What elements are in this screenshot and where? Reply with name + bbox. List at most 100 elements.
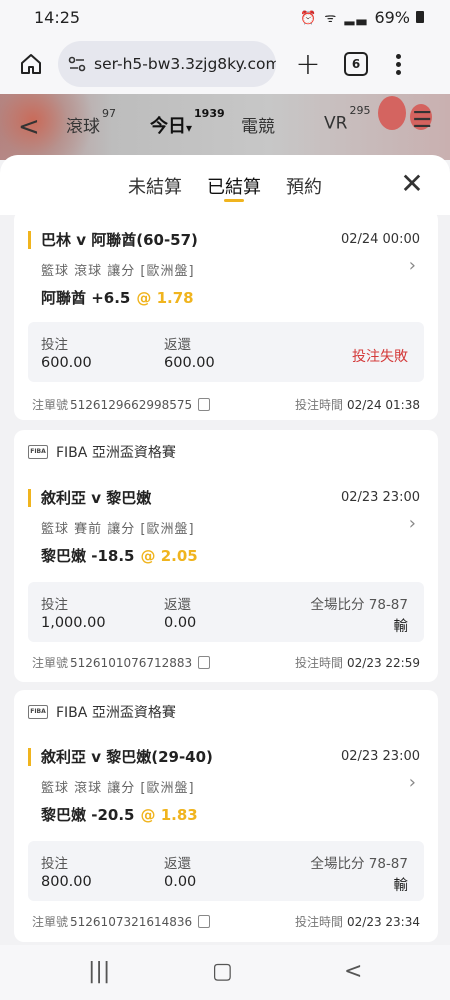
bet-card[interactable]: FIBA FIBA 亞洲盃資格賽 敘利亞 v 黎巴嫩 02/23 23:00 籃… [14, 430, 438, 682]
bet-time-value: 02/23 23:34 [347, 915, 420, 929]
bet-summary: 投注 1,000.00 返還 0.00 全場比分 78-87 輸 [28, 582, 424, 642]
bet-time-label: 投注時間 [295, 398, 344, 412]
match-title: 敘利亞 v 黎巴嫩 [28, 489, 151, 507]
copy-icon[interactable] [198, 656, 211, 669]
fiba-logo-icon: FIBA [28, 705, 48, 719]
bet-number: 注單號 5126107321614836 [32, 913, 211, 930]
bet-type: 籃球 滾球 讓分 [歐洲盤] [41, 264, 195, 279]
stake-label: 投注 [41, 337, 68, 353]
status-time: 14:25 [34, 7, 81, 27]
close-icon[interactable]: ✕ [400, 169, 424, 199]
stake-label: 投注 [41, 856, 68, 872]
nav-count: 97 [102, 107, 116, 121]
bet-pick: 黎巴嫩 -20.5 @ 1.83 [41, 804, 198, 825]
final-score: 全場比分 78-87 [310, 597, 408, 613]
nav-label: 滾球 [66, 117, 100, 137]
bet-number: 注單號 5126101076712883 [32, 654, 211, 671]
battery-icon [416, 11, 424, 23]
address-bar[interactable]: ser-h5-bw3.3zjg8ky.com [58, 41, 276, 87]
chevron-right-icon[interactable]: › [409, 255, 416, 276]
status-badge: 投注失敗 [352, 349, 408, 365]
bet-result: 輸 [393, 878, 409, 894]
return-label: 返還 [164, 856, 191, 872]
league-row: FIBA FIBA 亞洲盃資格賽 [28, 442, 176, 462]
pick-label: 黎巴嫩 -20.5 [41, 806, 135, 824]
menu-icon[interactable]: ☰ [412, 108, 432, 133]
bet-status-tabs: 未結算 已結算 預約 ✕ [0, 155, 450, 215]
status-bar: 14:25 ⏰ ᯤ ▂▃ 69% [0, 0, 450, 34]
bet-time-value: 02/23 22:59 [347, 656, 420, 670]
copy-icon[interactable] [198, 398, 211, 411]
status-icons: ⏰ ᯤ ▂▃ [300, 11, 369, 26]
status-right: ⏰ ᯤ ▂▃ 69% [300, 8, 424, 27]
league-name: FIBA 亞洲盃資格賽 [56, 705, 176, 721]
final-score: 全場比分 78-87 [310, 856, 408, 872]
bet-type: 籃球 賽前 讓分 [歐洲盤] [41, 522, 195, 537]
stake-label: 投注 [41, 597, 68, 613]
tab-reserved[interactable]: 預約 [286, 173, 322, 199]
bet-no-value: 5126129662998575 [70, 397, 193, 412]
bet-pick: 阿聯酋 +6.5 @ 1.78 [41, 287, 194, 308]
bet-no-label: 注單號 [32, 915, 69, 929]
bet-time-value: 02/24 01:38 [347, 398, 420, 412]
nav-item-live[interactable]: 滾球97 [66, 107, 116, 137]
home-icon[interactable] [14, 47, 48, 81]
bet-time: 投注時間 02/24 01:38 [295, 396, 420, 413]
stake-value: 1,000.00 [41, 615, 106, 631]
bet-card[interactable]: FIBA FIBA 亞洲盃資格賽 敘利亞 v 黎巴嫩(29-40) 02/23 … [14, 690, 438, 942]
bet-no-label: 注單號 [32, 656, 69, 670]
nav-count: 295 [349, 104, 371, 117]
bet-no-value: 5126101076712883 [70, 655, 193, 670]
bet-time: 投注時間 02/23 23:34 [295, 913, 420, 930]
app-header: < 滾球97 今日▾1939 電競 VR295 ☰ [0, 94, 450, 160]
nav-item-today[interactable]: 今日▾1939 [150, 107, 225, 138]
chevron-right-icon[interactable]: › [409, 772, 416, 793]
recents-button[interactable]: ||| [88, 959, 110, 984]
bet-pick: 黎巴嫩 -18.5 @ 2.05 [41, 545, 198, 566]
pick-label: 阿聯酋 +6.5 [41, 289, 131, 307]
nav-label: VR [324, 113, 348, 134]
nav-count: 1939 [194, 107, 225, 120]
bet-time-label: 投注時間 [295, 656, 344, 670]
bet-number: 注單號 5126129662998575 [32, 396, 211, 413]
bet-card[interactable]: 巴林 v 阿聯酋(60-57) 02/24 00:00 籃球 滾球 讓分 [歐洲… [14, 210, 438, 420]
bet-no-label: 注單號 [32, 398, 69, 412]
tab-switcher-button[interactable]: 6 [344, 52, 368, 76]
bet-result: 輸 [393, 619, 409, 635]
browser-menu-icon[interactable] [396, 53, 401, 75]
chevron-right-icon[interactable]: › [409, 513, 416, 534]
bet-time: 投注時間 02/23 22:59 [295, 654, 420, 671]
browser-toolbar: ser-h5-bw3.3zjg8ky.com + 6 [0, 34, 450, 94]
nav-item-vr[interactable]: VR295 [324, 104, 370, 134]
return-label: 返還 [164, 597, 191, 613]
bet-records-sheet: 未結算 已結算 預約 ✕ 巴林 v 阿聯酋(60-57) 02/24 00:00… [0, 155, 450, 945]
site-settings-icon[interactable] [66, 53, 88, 75]
league-name: FIBA 亞洲盃資格賽 [56, 445, 176, 461]
odds: @ 1.78 [136, 289, 194, 307]
nav-item-esports[interactable]: 電競 [241, 112, 275, 137]
copy-icon[interactable] [198, 915, 211, 928]
tab-settled[interactable]: 已結算 [207, 173, 261, 199]
return-label: 返還 [164, 337, 191, 353]
league-row: FIBA FIBA 亞洲盃資格賽 [28, 702, 176, 722]
match-time: 02/23 23:00 [340, 490, 420, 505]
stake-value: 800.00 [41, 874, 92, 890]
lantern-decoration [378, 96, 406, 130]
tab-unsettled[interactable]: 未結算 [128, 173, 182, 199]
odds: @ 2.05 [140, 547, 198, 565]
active-tab-indicator [224, 199, 244, 202]
return-value: 0.00 [164, 615, 197, 631]
bet-summary: 投注 800.00 返還 0.00 全場比分 78-87 輸 [28, 841, 424, 901]
pick-label: 黎巴嫩 -18.5 [41, 547, 135, 565]
home-button[interactable]: ▢ [212, 959, 233, 984]
back-button[interactable]: < [344, 959, 362, 984]
return-value: 0.00 [164, 874, 197, 890]
system-nav-bar: ||| ▢ < [0, 945, 450, 1000]
match-time: 02/23 23:00 [340, 749, 420, 764]
new-tab-button[interactable]: + [290, 46, 326, 82]
bet-time-label: 投注時間 [295, 915, 344, 929]
match-time: 02/24 00:00 [340, 232, 420, 247]
nav-label: 今日 [150, 116, 186, 137]
chevron-down-icon: ▾ [186, 121, 193, 135]
bet-summary: 投注 600.00 返還 600.00 投注失敗 [28, 322, 424, 382]
